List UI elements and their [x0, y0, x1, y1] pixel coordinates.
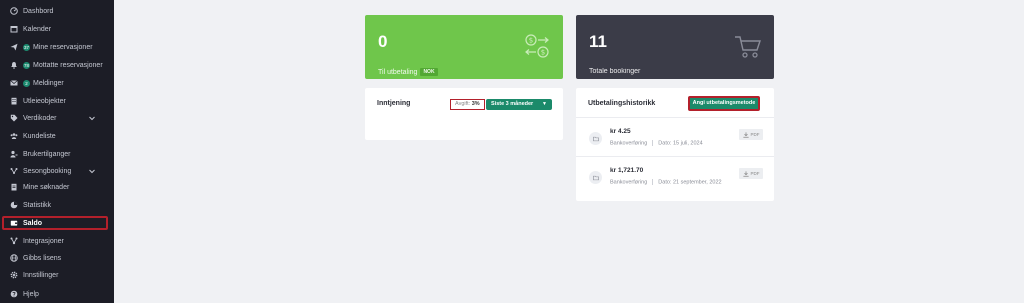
network-icon — [10, 167, 18, 175]
chevron-down-icon[interactable] — [88, 114, 96, 122]
payout-date: Dato: 21 september, 2022 — [658, 179, 722, 186]
user-key-icon — [10, 150, 18, 158]
users-icon — [10, 132, 18, 140]
calendar-icon — [10, 25, 18, 33]
fee-indicator: Avgift: 3% — [450, 99, 485, 110]
sidebar-item-label: Verdikoder — [23, 114, 57, 122]
sidebar-item-label: Mine søknader — [23, 183, 70, 191]
sidebar-item-calendar[interactable]: Kalender — [0, 20, 114, 38]
download-pdf-button[interactable]: PDF — [739, 168, 763, 179]
pdf-label: PDF — [750, 171, 760, 176]
globe-icon — [10, 254, 18, 262]
download-icon — [742, 131, 749, 138]
sidebar-item-label: Innstillinger — [23, 271, 59, 279]
sidebar-item-value-codes[interactable]: Verdikoder — [0, 109, 114, 127]
sidebar-item-label: Statistikk — [23, 201, 52, 209]
sidebar-item-label: Integrasjoner — [23, 237, 64, 245]
payout-amount-value: 0 — [378, 32, 388, 51]
sidebar-item-dashboard[interactable]: Dashbord — [0, 2, 114, 20]
svg-text:$: $ — [541, 49, 545, 57]
currency-badge: NOK — [420, 68, 438, 76]
payout-icon — [589, 171, 602, 184]
pie-chart-icon — [10, 201, 18, 209]
fee-label-text: Avgift: — [455, 101, 471, 107]
period-selected-value: Siste 3 måneder — [491, 101, 534, 107]
payout-label: Til utbetaling NOK — [378, 68, 438, 76]
tag-icon — [10, 114, 18, 122]
pdf-label: PDF — [750, 132, 760, 137]
sidebar-item-label: Hjelp — [23, 290, 39, 298]
received-count-badge: 78 — [23, 61, 31, 69]
sidebar-item-user-access[interactable]: Brukertilganger — [0, 145, 114, 163]
sidebar-item-label: Kundeliste — [23, 132, 56, 140]
reservations-count-badge: 37 — [23, 43, 31, 51]
sidebar-item-label: Sesongbooking — [23, 167, 72, 175]
payout-method: Bankoverføring — [610, 140, 648, 147]
payout-amount: kr 1,721.70 — [610, 167, 644, 174]
payout-meta: Bankoverføring Dato: 15 juli, 2024 — [610, 140, 703, 146]
document-icon — [10, 183, 18, 191]
sidebar-item-integrations[interactable]: Integrasjoner — [0, 232, 114, 250]
sidebar-item-customer-list[interactable]: Kundeliste — [0, 127, 114, 145]
divider — [576, 156, 774, 157]
bookings-label: Totale bookinger — [589, 68, 641, 75]
active-item-highlight — [2, 216, 108, 230]
earnings-title: Inntjening — [377, 100, 411, 107]
payout-row: kr 1,721.70 Bankoverføring Dato: 21 septe… — [576, 164, 774, 198]
sidebar-item-label: Dashbord — [23, 7, 54, 15]
integration-icon — [10, 237, 18, 245]
download-pdf-button[interactable]: PDF — [739, 129, 763, 140]
help-icon — [10, 290, 18, 298]
sidebar-item-label: Brukertilganger — [23, 150, 71, 158]
sidebar-item-my-reservations[interactable]: 37 Mine reservasjoner — [0, 38, 114, 56]
sidebar-item-label: Meldinger — [33, 79, 64, 87]
sidebar-item-settings[interactable]: Innstillinger — [0, 266, 114, 284]
payout-date: Dato: 15 juli, 2024 — [658, 140, 703, 147]
bookings-stat-card: 11 Totale bookinger — [576, 15, 774, 79]
dashboard-icon — [10, 7, 18, 15]
fee-value: 3% — [471, 101, 480, 107]
mail-icon — [10, 79, 18, 87]
dropdown-caret-icon: ▼ — [542, 101, 547, 107]
divider — [576, 117, 774, 118]
sidebar-item-label: Gibbs lisens — [23, 254, 62, 262]
currency-exchange-icon: $ $ — [525, 34, 549, 58]
send-icon — [10, 43, 18, 51]
sidebar-item-messages[interactable]: 2 Meldinger — [0, 74, 114, 92]
sidebar-item-label: Kalender — [23, 25, 52, 33]
gear-icon — [10, 271, 18, 279]
sidebar-item-label: Utleieobjekter — [23, 97, 66, 105]
sidebar-item-statistics[interactable]: Statistikk — [0, 196, 114, 214]
sidebar-item-label: Mine reservasjoner — [33, 43, 93, 51]
bell-icon — [10, 61, 18, 69]
sidebar-item-received-reservations[interactable]: 78 Mottatte reservasjoner — [0, 56, 114, 74]
sidebar-item-help[interactable]: Hjelp — [0, 285, 114, 303]
bookings-count-value: 11 — [589, 32, 607, 51]
payout-label-text: Til utbetaling — [378, 68, 418, 76]
payout-method: Bankoverføring — [610, 179, 648, 186]
sidebar-item-label: Mottatte reservasjoner — [33, 61, 103, 69]
set-payout-method-button[interactable]: Angi utbetalingsmetode — [688, 96, 760, 111]
sidebar-item-my-applications[interactable]: Mine søknader — [0, 178, 114, 196]
earnings-panel: Inntjening Avgift: 3% Siste 3 måneder ▼ — [365, 88, 563, 140]
payout-row: kr 4.25 Bankoverføring Dato: 15 juli, 202… — [576, 125, 774, 159]
payout-amount: kr 4.25 — [610, 128, 631, 135]
building-icon — [10, 97, 18, 105]
chevron-down-icon[interactable] — [88, 167, 96, 175]
payout-stat-card: 0 Til utbetaling NOK $ $ — [365, 15, 563, 79]
folder-icon — [592, 175, 599, 180]
svg-text:$: $ — [529, 37, 533, 45]
payout-icon — [589, 132, 602, 145]
period-select[interactable]: Siste 3 måneder ▼ — [486, 99, 552, 110]
messages-count-badge: 2 — [23, 79, 30, 87]
sidebar-item-rental-objects[interactable]: Utleieobjekter — [0, 92, 114, 110]
payout-meta: Bankoverføring Dato: 21 september, 2022 — [610, 179, 722, 185]
download-icon — [742, 170, 749, 177]
sidebar-item-gibbs-license[interactable]: Gibbs lisens — [0, 249, 114, 267]
payout-history-panel: Utbetalingshistorikk Angi utbetalingsmet… — [576, 88, 774, 201]
folder-icon — [592, 136, 599, 141]
sidebar: Dashbord Kalender 37 Mine reservasjoner … — [0, 0, 114, 303]
payout-history-title: Utbetalingshistorikk — [588, 100, 656, 107]
cart-icon — [735, 36, 761, 58]
